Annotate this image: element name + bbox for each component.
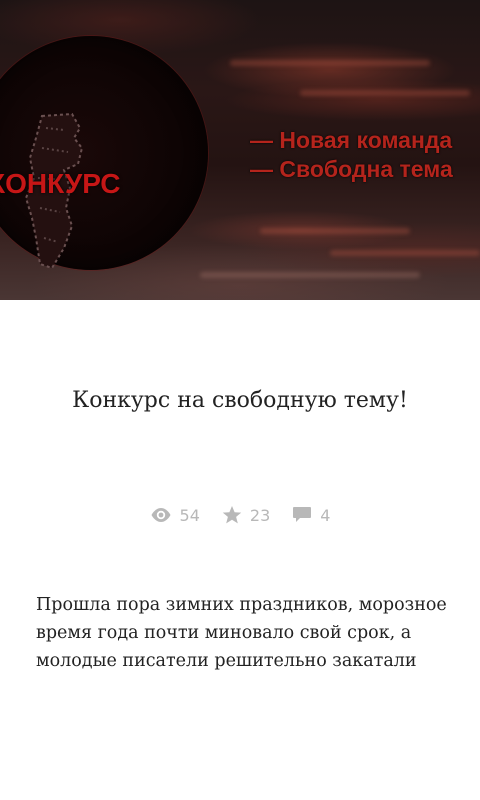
likes-count: 23: [249, 505, 271, 525]
post-stats: 54 23 4: [0, 505, 480, 525]
promo-line: — Новая команда: [250, 127, 453, 153]
views-stat: 54: [150, 506, 200, 525]
comment-icon[interactable]: [292, 506, 312, 524]
comments-stat[interactable]: 4: [292, 506, 330, 525]
promo-line: — Свободна тема: [250, 156, 453, 182]
likes-stat[interactable]: 23: [222, 505, 270, 525]
comments-count: 4: [320, 505, 331, 525]
contest-label: КОНКУРС: [0, 168, 121, 199]
promo-text: — Новая команда — Свободна тема: [250, 126, 453, 184]
post-excerpt: Прошла пора зимних праздников, морозное …: [36, 595, 447, 671]
star-icon[interactable]: [222, 505, 242, 525]
post-title[interactable]: Конкурс на свободную тему!: [0, 388, 480, 413]
cover-image[interactable]: КОНКУРС — Новая команда — Свободна тема: [0, 0, 480, 300]
contest-emblem: КОНКУРС: [0, 36, 208, 270]
views-count: 54: [179, 505, 200, 525]
eye-icon: [151, 508, 171, 522]
